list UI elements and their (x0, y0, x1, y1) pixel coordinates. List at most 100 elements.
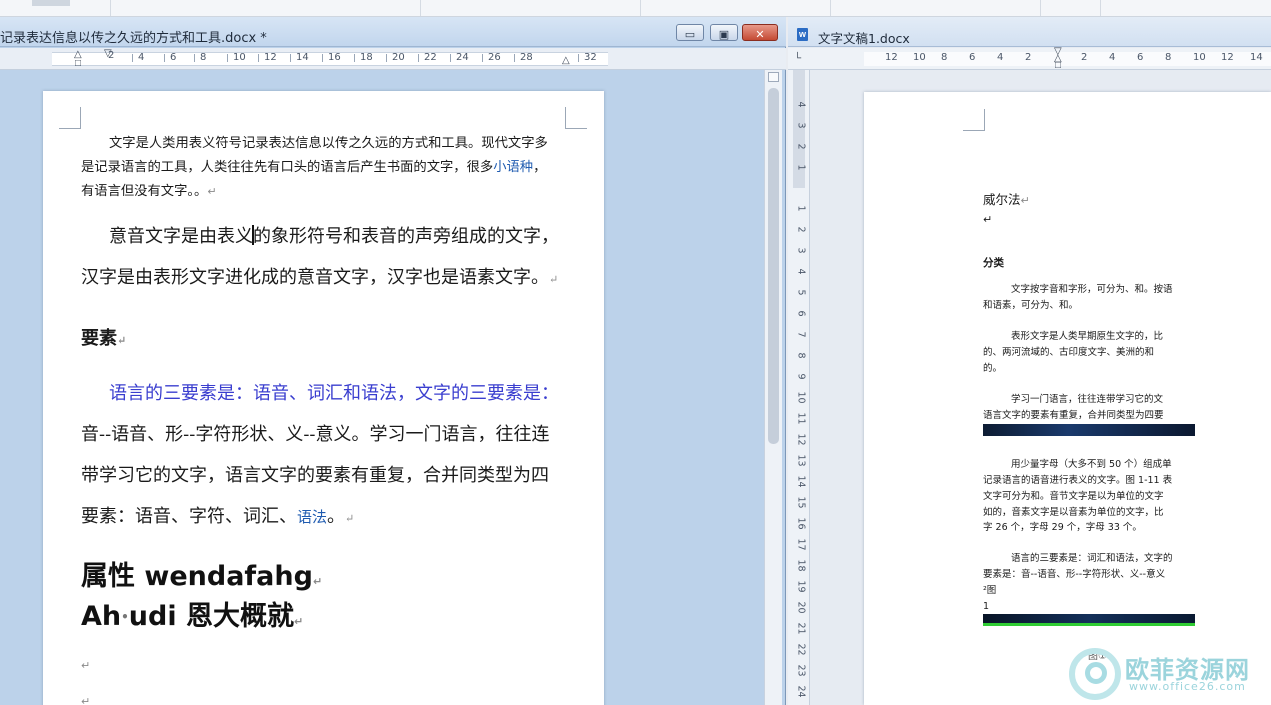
right-line[interactable]: 1 (983, 599, 989, 615)
heading-text: 要素 (81, 328, 117, 349)
minimize-button[interactable]: ▭ (676, 24, 704, 41)
right-document-window[interactable]: w 文字文稿1.docx └ ▽ △ □ 12 10 8 6 4 2 2 4 6 8 10 12 14 … (788, 17, 1271, 705)
strip-tick (830, 0, 831, 16)
text-run: 字 26 个，字母 29 个，字母 33 个。 (983, 522, 1142, 533)
text-run: 语言的三要素是：语音、词汇和语法，文字的三要素是： (109, 383, 559, 404)
right-line[interactable]: ²图 (983, 583, 996, 599)
heading-elements[interactable]: 要素↵ (81, 326, 126, 354)
ruler-tick (418, 54, 419, 62)
vertical-ruler-number: 11 (795, 412, 807, 425)
vertical-ruler-number: 9 (795, 373, 807, 380)
right-line[interactable]: 文字按字音和字形，可分为、和。按语 (983, 282, 1173, 298)
right-name-line[interactable]: 威尔法↵ (983, 189, 1030, 208)
paragraph-1-line-1[interactable]: 文字是人类用表义符号记录表达信息以传之久远的方式和工具。现代文字多 (81, 132, 548, 156)
vertical-ruler-number: 18 (795, 559, 807, 572)
left-margin-marker[interactable]: □ (75, 59, 81, 69)
text-run: 要素是：音--语音、形--字符形状、义--意义 (983, 569, 1166, 580)
left-document-page[interactable]: 文字是人类用表义符号记录表达信息以传之久远的方式和工具。现代文字多 是记录语言的… (43, 91, 604, 705)
close-button[interactable]: ✕ (742, 24, 778, 41)
right-title-bar[interactable]: w 文字文稿1.docx (788, 17, 1271, 47)
left-margin-marker[interactable]: □ (1055, 61, 1061, 71)
ruler-number: 14 (296, 52, 309, 63)
strip-tick (1040, 0, 1041, 16)
restore-icon: ▣ (718, 29, 730, 41)
right-line[interactable]: 用少量字母（大多不到 50 个）组成单 (983, 457, 1172, 473)
ruler-tick (450, 54, 451, 62)
right-line[interactable]: 语言文字的要素有重复，合并同类型为四要 (983, 408, 1164, 424)
right-heading-classification[interactable]: 分类 (983, 255, 1004, 270)
vertical-ruler-number: 10 (795, 391, 807, 404)
right-vertical-ruler[interactable]: 4 3 2 1 1 2 3 4 5 6 7 8 9 10 11 12 13 14 15 16 17 18 19 20 21 22 2… (788, 70, 810, 705)
left-window-title: 记录表达信息以传之久远的方式和工具.docx * (0, 31, 267, 46)
left-document-window[interactable]: 记录表达信息以传之久远的方式和工具.docx * ▭ ▣ ✕ △ □ ▽ 2 △… (0, 17, 786, 705)
ruler-number: 2 (1081, 52, 1088, 63)
text-run: 语言的三要素是：词汇和语法，文字的 (1011, 553, 1173, 564)
heading-ahudi[interactable]: Ah•udi 恩大概就↵ (81, 596, 303, 643)
minimize-icon: ▭ (684, 29, 696, 41)
vertical-ruler-number: 7 (795, 331, 807, 338)
text-run: ， (533, 160, 547, 175)
ruler-number: 2 (108, 50, 115, 61)
paragraph-2-line-2[interactable]: 汉字是由表形文字进化成的意音文字，汉字也是语素文字。↵ (81, 257, 558, 300)
paragraph-3-line-2[interactable]: 音--语音、形--字符形状、义--意义。学习一门语言，往往连 (81, 414, 550, 455)
text-run: 用少量字母（大多不到 50 个）组成单 (1011, 459, 1172, 470)
paragraph-1-line-3[interactable]: 有语言但没有文字。。↵ (81, 180, 217, 204)
right-line[interactable]: 语言的三要素是：词汇和语法，文字的 (983, 551, 1173, 567)
right-line[interactable]: 要素是：音--语音、形--字符形状、义--意义 (983, 567, 1165, 583)
empty-paragraph[interactable]: ↵ (81, 695, 90, 705)
text-run: 威尔法 (983, 192, 1021, 207)
paragraph-1-line-2[interactable]: 是记录语言的工具，人类往往先有口头的语言后产生书面的文字，很多小语种， (81, 156, 546, 180)
ruler-number: 6 (1137, 52, 1144, 63)
right-line[interactable]: 学习一门语言，往往连带学习它的文 (983, 392, 1163, 408)
paragraph-2-line-1[interactable]: 意音文字是由表义的象形符号和表音的声旁组成的文字， (81, 216, 559, 257)
paragraph-3-line-1[interactable]: 语言的三要素是：语音、词汇和语法，文字的三要素是： (81, 373, 559, 414)
strip-tick (1100, 0, 1101, 16)
ruler-tick (164, 54, 165, 62)
left-horizontal-ruler[interactable]: △ □ ▽ 2 △ 4 6 8 10 12 14 16 18 20 22 24 26 28 32 (0, 48, 786, 70)
right-horizontal-ruler[interactable]: └ ▽ △ □ 12 10 8 6 4 2 2 4 6 8 10 12 14 (788, 47, 1271, 71)
restore-button[interactable]: ▣ (710, 24, 738, 41)
document-icon: w (797, 28, 808, 41)
left-title-bar[interactable]: 记录表达信息以传之久远的方式和工具.docx * ▭ ▣ ✕ (0, 17, 786, 47)
top-strip (0, 0, 1271, 17)
vertical-ruler-number: 5 (795, 289, 807, 296)
ruler-number: 32 (584, 52, 597, 63)
right-line[interactable]: 的。 (983, 361, 1002, 377)
ruler-number: 2 (1025, 52, 1032, 63)
paragraph-3-line-3[interactable]: 带学习它的文字，语言文字的要素有重复，合并同类型为四 (81, 455, 549, 496)
tab-selector[interactable]: └ (794, 54, 801, 64)
right-line[interactable]: 记录语言的语音进行表义的文字。图 1-11 表 (983, 473, 1172, 489)
left-vertical-scrollbar[interactable] (764, 70, 782, 705)
right-line[interactable]: 的、两河流域的、古印度文字、美洲的和 (983, 345, 1154, 361)
text-run: 意音文字是由表义 (109, 226, 253, 247)
crop-mark (59, 107, 81, 129)
vertical-ruler-number: 3 (795, 122, 807, 129)
right-line[interactable]: 表形文字是人类早期原生文字的，比 (983, 329, 1163, 345)
right-line[interactable]: 如的，音素文字是以音素为单位的文字，比 (983, 505, 1164, 521)
paragraph-3-line-4[interactable]: 要素：语音、字符、词汇、语法。↵ (81, 496, 354, 539)
text-run: 有语言但没有文字。。 (81, 184, 208, 199)
scroll-thumb[interactable] (768, 88, 779, 444)
hyperlink-grammar[interactable]: 语法 (297, 508, 327, 526)
ruler-tick (322, 54, 323, 62)
paragraph-mark: ↵ (207, 185, 217, 198)
vertical-ruler-number: 14 (795, 475, 807, 488)
right-indent-marker[interactable]: △ (562, 56, 570, 66)
paragraph-mark: ↵ (81, 696, 91, 705)
right-line[interactable]: 和语素，可分为、和。 (983, 298, 1078, 314)
right-line[interactable]: 字 26 个，字母 29 个，字母 33 个。 (983, 520, 1142, 536)
ruler-tick (194, 54, 195, 62)
text-run: 。 (327, 506, 346, 527)
image-strip[interactable] (983, 424, 1195, 436)
empty-paragraph[interactable]: ↵ (983, 213, 992, 226)
split-button[interactable] (768, 72, 779, 82)
ruler-tick (227, 54, 228, 62)
watermark-url: www.office26.com (1129, 680, 1246, 693)
empty-paragraph[interactable]: ↵ (81, 659, 90, 672)
hyperlink-small-language[interactable]: 小语种 (493, 160, 533, 175)
vertical-ruler-number: 23 (795, 664, 807, 677)
image-strip[interactable] (983, 614, 1195, 626)
right-line[interactable]: 文字可分为和。音节文字是以为单位的文字 (983, 489, 1164, 505)
crop-mark (963, 109, 985, 131)
space-dot: • (121, 610, 129, 624)
